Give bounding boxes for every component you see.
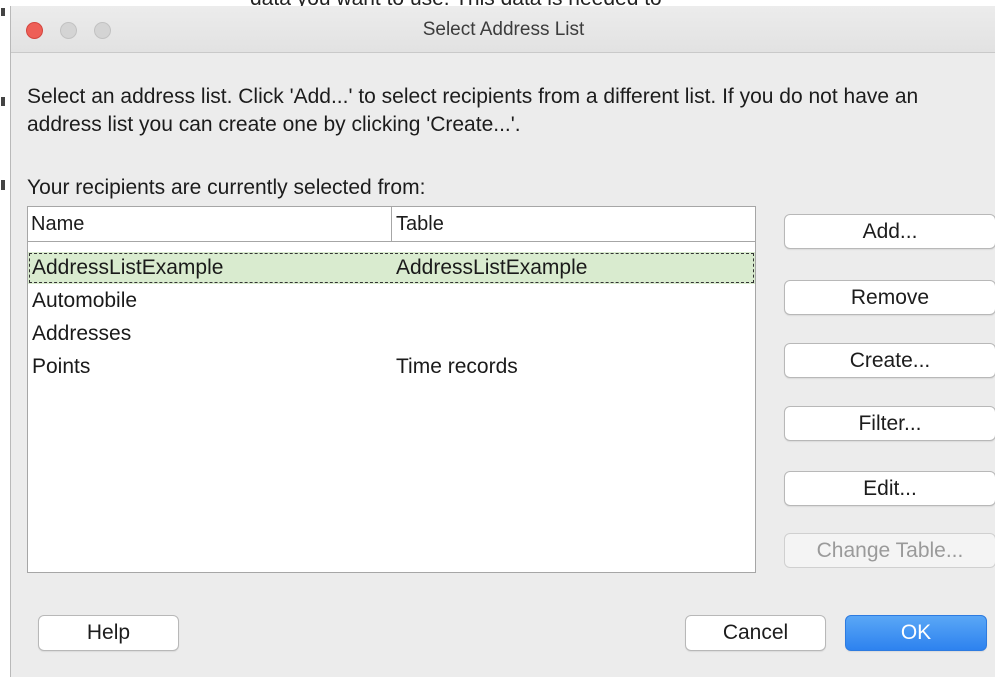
table-row[interactable]: Automobile xyxy=(28,285,755,317)
title-bar: Select Address List xyxy=(11,6,995,53)
recipients-label: Your recipients are currently selected f… xyxy=(27,176,426,199)
add-button[interactable]: Add... xyxy=(784,214,995,249)
row-table-cell: AddressListExample xyxy=(396,256,588,279)
cancel-button[interactable]: Cancel xyxy=(685,615,826,651)
row-table-cell: Time records xyxy=(396,355,518,378)
row-name-cell: Points xyxy=(32,355,91,378)
ok-button[interactable]: OK xyxy=(845,615,987,651)
row-name-cell: Addresses xyxy=(32,322,132,345)
edit-button[interactable]: Edit... xyxy=(784,471,995,506)
row-name-cell: AddressListExample xyxy=(32,256,224,279)
column-header-name[interactable]: Name xyxy=(31,207,84,241)
change-table-button[interactable]: Change Table... xyxy=(784,533,995,568)
background-mark xyxy=(1,97,5,106)
instructions-text: Select an address list. Click 'Add...' t… xyxy=(27,85,919,136)
create-button[interactable]: Create... xyxy=(784,343,995,378)
background-mark xyxy=(1,180,5,190)
address-list-table[interactable]: Name Table AddressListExample AddressLis… xyxy=(27,206,756,573)
select-address-list-dialog: Select Address List Select an address li… xyxy=(10,6,995,677)
column-divider[interactable] xyxy=(391,207,392,241)
filter-button[interactable]: Filter... xyxy=(784,406,995,441)
window-title: Select Address List xyxy=(422,19,585,40)
table-row[interactable]: Addresses xyxy=(28,318,755,350)
table-header: Name Table xyxy=(28,207,755,242)
table-row[interactable]: AddressListExample AddressListExample xyxy=(28,252,755,284)
background-margin xyxy=(0,0,10,677)
column-header-table[interactable]: Table xyxy=(396,207,444,241)
remove-button[interactable]: Remove xyxy=(784,280,995,315)
row-name-cell: Automobile xyxy=(32,289,138,312)
background-mark xyxy=(1,8,5,16)
table-row[interactable]: Points Time records xyxy=(28,351,755,383)
help-button[interactable]: Help xyxy=(38,615,179,651)
